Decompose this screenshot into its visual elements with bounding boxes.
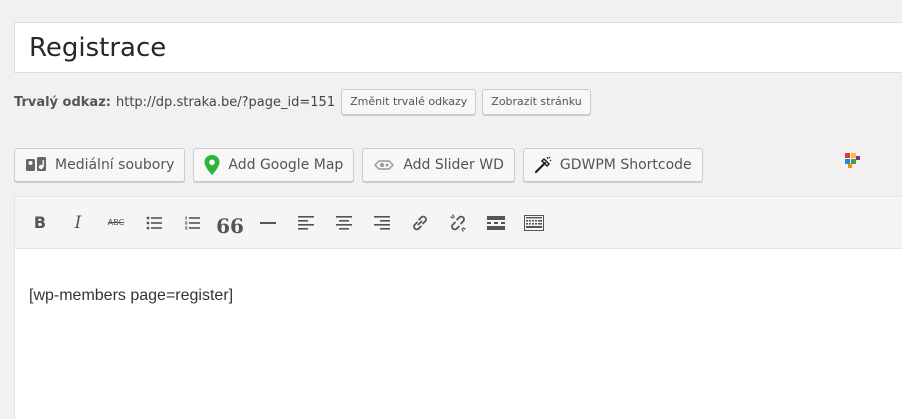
align-left-icon [298, 215, 314, 230]
editor-container: B I ABC 66 [wp-members page=register] [14, 196, 902, 419]
media-buttons-row: Mediální soubory Add Google Map Add Slid… [14, 148, 711, 182]
editor-toolbar: B I ABC 66 [15, 197, 902, 249]
link-icon [413, 215, 427, 230]
wand-icon [534, 156, 552, 174]
numbered-list-icon [185, 216, 200, 229]
align-right-button[interactable] [371, 212, 393, 234]
align-center-button[interactable] [333, 212, 355, 234]
permalink-url[interactable]: http://dp.straka.be/?page_id=151 [116, 95, 335, 110]
horizontal-line-icon [260, 221, 276, 224]
align-right-icon [374, 215, 390, 230]
unlink-icon [450, 213, 466, 232]
remove-link-button[interactable] [447, 212, 469, 234]
blockquote-icon: 66 [216, 213, 244, 238]
map-marker-icon [204, 155, 220, 175]
view-page-button[interactable]: Zobrazit stránku [482, 89, 591, 115]
post-title-container [14, 22, 902, 73]
align-left-button[interactable] [295, 212, 317, 234]
add-media-label: Mediální soubory [55, 157, 175, 173]
gdwpm-shortcode-label: GDWPM Shortcode [559, 157, 692, 173]
toolbar-toggle-button[interactable] [523, 212, 545, 234]
add-media-button[interactable]: Mediální soubory [14, 148, 186, 182]
change-permalinks-button[interactable]: Změnit trvalé odkazy [341, 89, 477, 115]
read-more-button[interactable] [485, 212, 507, 234]
gdwpm-shortcode-button[interactable]: GDWPM Shortcode [522, 148, 703, 182]
strikethrough-button[interactable]: ABC [105, 212, 127, 234]
horizontal-line-button[interactable] [257, 212, 279, 234]
add-google-map-button[interactable]: Add Google Map [193, 148, 355, 182]
bold-button[interactable]: B [29, 212, 51, 234]
insert-link-button[interactable] [409, 212, 431, 234]
permalink-label: Trvalý odkaz: [14, 94, 111, 110]
bold-icon: B [33, 213, 47, 232]
bullet-list-button[interactable] [143, 212, 165, 234]
read-more-icon [487, 215, 505, 230]
add-google-map-label: Add Google Map [228, 157, 344, 173]
align-center-icon [336, 215, 352, 230]
slider-icon [373, 158, 395, 172]
italic-icon: I [74, 212, 82, 233]
editor-content[interactable]: [wp-members page=register] [29, 287, 233, 305]
numbered-list-button[interactable] [181, 212, 203, 234]
add-slider-button[interactable]: Add Slider WD [362, 148, 515, 182]
italic-button[interactable]: I [67, 212, 89, 234]
permalink-row: Trvalý odkaz: http://dp.straka.be/?page_… [14, 88, 591, 116]
strikethrough-icon: ABC [107, 218, 125, 227]
add-slider-label: Add Slider WD [403, 157, 504, 173]
plugin-colorful-icon[interactable] [845, 153, 861, 174]
blockquote-button[interactable]: 66 [216, 212, 244, 238]
post-title-input[interactable] [15, 23, 902, 72]
keyboard-icon [524, 214, 544, 231]
media-icon [25, 156, 47, 174]
bullet-list-icon [146, 216, 162, 229]
